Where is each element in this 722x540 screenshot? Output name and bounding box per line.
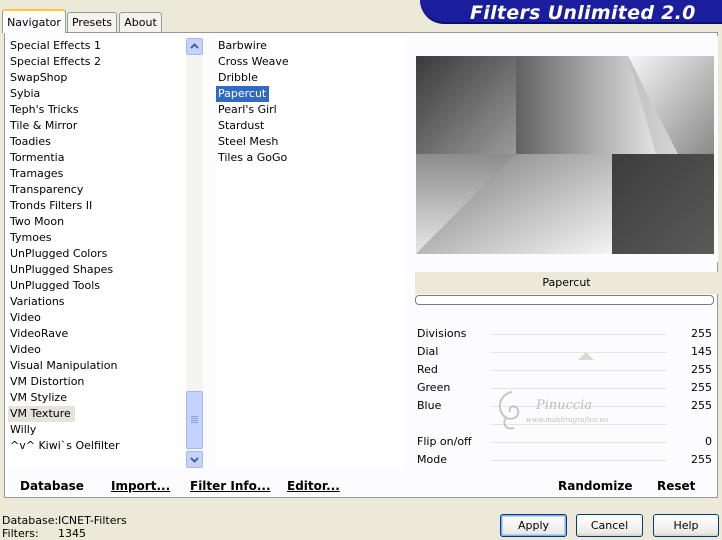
param-name: Divisions [417,327,467,340]
randomize-button[interactable]: Randomize [558,479,632,493]
scroll-thumb[interactable] [186,391,203,449]
category-item[interactable]: Tronds Filters II [8,198,186,214]
scroll-up-button[interactable] [186,38,203,55]
param-name: Blue [417,399,442,412]
category-item[interactable]: Video [8,310,186,326]
import-button[interactable]: Import... [111,479,170,493]
filter-item[interactable]: Tiles a GoGo [216,150,406,166]
tab-about[interactable]: About [119,12,162,32]
param-name: Red [417,363,438,376]
watermark-name: Pinuccia [536,398,593,413]
category-item[interactable]: Tramages [8,166,186,182]
filter-item[interactable]: Cross Weave [216,54,406,70]
preview-filter-name: Papercut [415,272,718,294]
param-row[interactable]: Red 255 [415,362,715,378]
banner-title: Filters Unlimited 2.0 [470,2,696,24]
category-item[interactable]: Toadies [8,134,186,150]
editor-button[interactable]: Editor... [287,479,340,493]
tab-navigator[interactable]: Navigator [2,9,66,33]
filter-info-button[interactable]: Filter Info... [190,479,271,493]
cancel-button[interactable]: Cancel [576,514,643,537]
category-item[interactable]: Tormentia [8,150,186,166]
param-slider-track[interactable] [491,460,667,461]
category-item[interactable]: Willy [8,422,186,438]
filter-item[interactable]: Barbwire [216,38,406,54]
category-item[interactable]: Teph's Tricks [8,102,186,118]
reset-button[interactable]: Reset [657,479,695,493]
category-item[interactable]: Tymoes [8,230,186,246]
tab-presets[interactable]: Presets [67,12,117,32]
database-status-label: Database: [2,514,59,527]
filter-list[interactable]: Barbwire Cross Weave Dribble Papercut Pearl'… [216,38,406,468]
category-scrollbar[interactable] [186,38,203,468]
category-item[interactable]: UnPlugged Colors [8,246,186,262]
preview-area [412,36,718,262]
category-item[interactable]: Transparency [8,182,186,198]
param-name: Mode [417,453,447,466]
filter-item[interactable]: Steel Mesh [216,134,406,150]
category-item[interactable]: Special Effects 1 [8,38,186,54]
watermark-url: www.maidiragrafica.eu [526,416,609,424]
param-name: Green [417,381,451,394]
param-row[interactable]: Divisions 255 [415,326,715,342]
filter-item[interactable]: Dribble [216,70,406,86]
filter-item[interactable]: Pearl's Girl [216,102,406,118]
chevron-up-icon [190,43,199,49]
param-slider-track[interactable] [491,370,667,371]
progress-bar [415,295,714,305]
category-item[interactable]: Visual Manipulation [8,358,186,374]
category-item[interactable]: UnPlugged Shapes [8,262,186,278]
category-item[interactable]: VideoRave [8,326,186,342]
category-item[interactable]: ^v^ Kiwi`s Oelfilter [8,438,186,454]
param-value: 0 [705,435,712,448]
filter-item[interactable]: Stardust [216,118,406,134]
category-item[interactable]: Special Effects 2 [8,54,186,70]
scroll-down-button[interactable] [186,451,203,468]
param-value: 255 [691,453,712,466]
category-item[interactable]: Two Moon [8,214,186,230]
category-item[interactable]: Sybia [8,86,186,102]
param-value: 255 [691,363,712,376]
database-button[interactable]: Database [20,479,84,493]
category-item[interactable]: UnPlugged Tools [8,278,186,294]
category-item[interactable]: VM Stylize [8,390,186,406]
chevron-down-icon [190,457,199,463]
category-item[interactable]: Video [8,342,186,358]
param-row[interactable]: Dial 145 [415,344,715,360]
category-item[interactable]: Variations [8,294,186,310]
category-item[interactable]: VM Distortion [8,374,186,390]
category-list[interactable]: Special Effects 1 Special Effects 2 SwapSh… [8,38,186,468]
param-value: 255 [691,381,712,394]
category-item[interactable]: VM Texture [8,406,75,422]
database-status-value: ICNET-Filters [58,514,127,527]
param-name: Flip on/off [417,435,472,448]
param-value: 255 [691,399,712,412]
param-value: 255 [691,327,712,340]
apply-button[interactable]: Apply [500,514,567,537]
param-name: Dial [417,345,439,358]
filters-count-label: Filters: [2,527,39,540]
category-item[interactable]: Tile & Mirror [8,118,186,134]
dial-pointer-icon [578,352,594,360]
category-item[interactable]: SwapShop [8,70,186,86]
filter-item[interactable]: Papercut [216,86,270,102]
help-button[interactable]: Help [653,514,719,537]
param-slider-track[interactable] [491,334,667,335]
preview-image [416,56,714,254]
filters-count-value: 1345 [58,527,86,540]
watermark: Pinuccia www.maidiragrafica.eu [492,388,642,458]
param-value: 145 [691,345,712,358]
watermark-logo-icon [498,391,520,430]
